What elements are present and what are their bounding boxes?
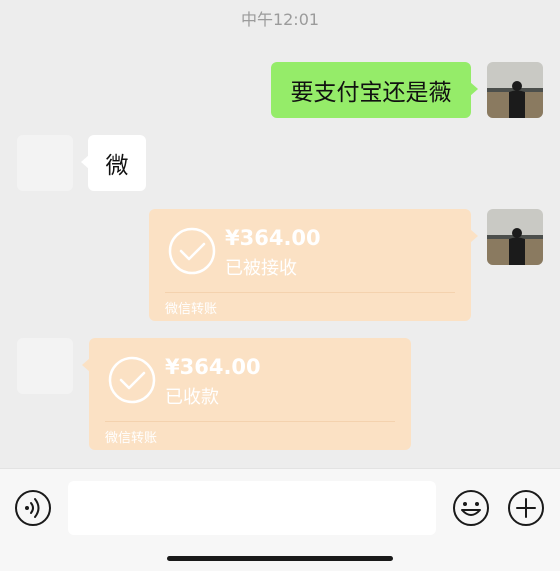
transfer-label: 微信转账	[165, 302, 218, 317]
message-text: 要支付宝还是薇	[290, 80, 452, 106]
message-text: 微	[105, 153, 129, 179]
avatar-image	[487, 209, 543, 265]
timestamp: 中午12:01	[240, 10, 320, 29]
avatar-image	[487, 62, 543, 118]
home-indicator	[167, 556, 393, 561]
message-bubble-peer[interactable]: 微	[81, 135, 146, 191]
transfer-card-sent[interactable]: ¥364.00 已被接收 微信转账	[149, 209, 478, 321]
transfer-amount: ¥364.00	[165, 355, 261, 379]
divider	[105, 421, 395, 422]
input-bar	[0, 468, 560, 571]
self-avatar[interactable]	[487, 62, 543, 118]
peer-avatar[interactable]	[17, 338, 73, 394]
voice-icon[interactable]	[14, 489, 52, 527]
emoji-icon[interactable]	[452, 489, 490, 527]
plus-icon[interactable]	[507, 489, 545, 527]
peer-avatar[interactable]	[17, 135, 73, 191]
transfer-status: 已收款	[165, 387, 219, 408]
self-avatar[interactable]	[487, 209, 543, 265]
check-circle-icon	[108, 356, 156, 404]
message-bubble-self[interactable]: 要支付宝还是薇	[271, 62, 478, 118]
divider	[165, 292, 455, 293]
transfer-amount: ¥364.00	[225, 226, 321, 250]
message-input[interactable]	[68, 481, 436, 535]
transfer-status: 已被接收	[225, 258, 297, 279]
check-circle-icon	[168, 227, 216, 275]
transfer-card-received[interactable]: ¥364.00 已收款 微信转账	[82, 338, 411, 450]
transfer-label: 微信转账	[105, 431, 158, 446]
